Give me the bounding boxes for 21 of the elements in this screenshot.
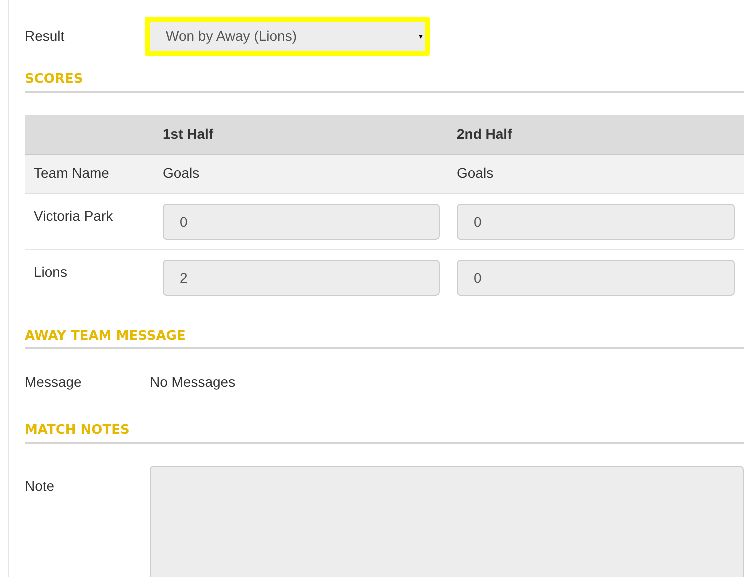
message-text: No Messages (150, 373, 236, 392)
column-header: 1st Half (163, 124, 215, 144)
section-heading: AWAY TEAM MESSAGE (25, 326, 744, 349)
column-subheader: Team Name (33, 164, 110, 183)
goals-input[interactable]: 0 (457, 260, 735, 296)
goals-input[interactable]: 2 (163, 260, 440, 296)
field-label: Result (25, 27, 66, 46)
column-header: 2nd Half (457, 124, 514, 144)
column-subheader: Goals (457, 164, 495, 183)
field-label: Note (25, 476, 56, 496)
goals-input[interactable]: 0 (163, 204, 440, 240)
section-heading: MATCH NOTES (25, 421, 744, 444)
field-label: Message (25, 373, 83, 392)
team-name: Victoria Park (33, 206, 114, 226)
caret-icon (419, 34, 423, 38)
team-name: Lions (33, 262, 68, 282)
note-textarea[interactable] (150, 466, 744, 577)
result-select[interactable]: Won by Away (Lions) (145, 17, 430, 56)
column-subheader: Goals (163, 164, 201, 183)
goals-input[interactable]: 0 (457, 204, 735, 240)
section-heading: SCORES (25, 70, 744, 92)
